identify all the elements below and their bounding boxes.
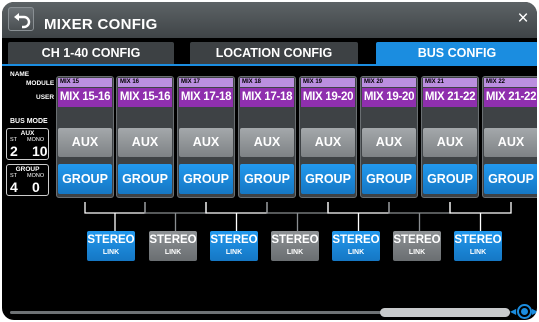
stereo-link-button[interactable]: STEREO LINK [393,231,441,261]
stereo-link-button[interactable]: STEREO LINK [454,231,502,261]
link-bracket [388,202,451,231]
link-bracket [266,202,329,231]
stereo-link-sublabel: LINK [102,249,120,256]
stereo-link-sublabel: LINK [164,249,182,256]
stereo-link-label: STEREO [210,234,258,246]
stereo-link-button[interactable]: STEREO LINK [210,231,258,261]
link-bracket [205,202,268,231]
stereo-link-sublabel: LINK [469,249,487,256]
stereo-link-brackets [84,202,512,231]
stereo-link-sublabel: LINK [225,249,243,256]
scroll-knob[interactable] [517,304,532,319]
stereo-link-button[interactable]: STEREO LINK [332,231,380,261]
link-bracket [84,202,146,231]
scroll-left-arrow-icon[interactable]: ◀ [510,307,516,316]
mixer-config-screen: MIXER CONFIG × CH 1-40 CONFIG LOCATION C… [2,2,537,320]
stereo-link-button[interactable]: STEREO LINK [87,231,135,261]
stereo-link-button[interactable]: STEREO LINK [271,231,319,261]
stereo-link-sublabel: LINK [408,249,426,256]
stereo-link-label: STEREO [332,234,380,246]
stereo-link-label: STEREO [393,234,441,246]
stereo-link-sublabel: LINK [286,249,304,256]
stereo-link-label: STEREO [271,234,319,246]
scrollbar-thumb[interactable] [380,308,510,317]
stereo-link-label: STEREO [87,234,135,246]
link-bracket [327,202,390,231]
stereo-link-label: STEREO [149,234,197,246]
stereo-link-button[interactable]: STEREO LINK [149,231,197,261]
link-bracket [449,202,512,231]
stereo-link-label: STEREO [454,234,502,246]
link-bracket [144,202,207,231]
stereo-link-sublabel: LINK [347,249,365,256]
scroll-right-arrow-icon[interactable]: ▶ [532,307,537,316]
